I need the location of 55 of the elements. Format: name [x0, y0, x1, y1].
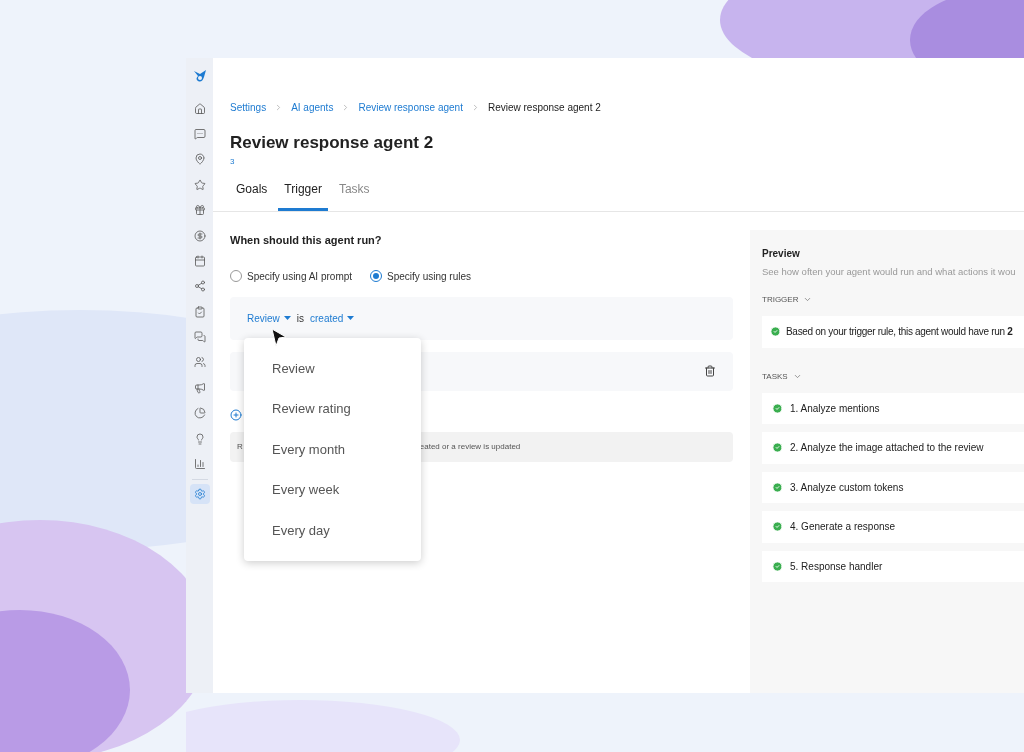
section-heading: TASKS	[762, 370, 788, 383]
chevron-down-icon[interactable]	[803, 295, 813, 304]
menu-item[interactable]: Review	[244, 348, 421, 389]
preview-title: Preview	[762, 247, 801, 262]
check-icon	[770, 326, 781, 337]
radio-option[interactable]: Specify using rules	[370, 268, 471, 284]
clipboard-check-icon	[193, 305, 206, 318]
preview-description: See how often your agent would run and what actions it wou	[762, 265, 1017, 280]
page-title: Review response agent 2	[230, 132, 435, 154]
lightbulb-icon	[193, 432, 206, 445]
calendar-icon	[193, 254, 206, 267]
caret-icon	[347, 316, 355, 321]
agent-count: 3	[230, 156, 236, 169]
chevron-down-icon[interactable]	[792, 372, 802, 381]
gift-icon	[193, 204, 206, 217]
star-icon	[193, 178, 206, 191]
chat-icon	[193, 128, 206, 141]
nodes-icon	[193, 280, 206, 293]
tab[interactable]: Goals	[230, 180, 274, 212]
trash-icon[interactable]	[704, 365, 716, 378]
task-label: 1. Analyze mentions	[790, 401, 880, 416]
field-dropdown[interactable]: Review	[247, 310, 291, 326]
dollar-icon	[193, 229, 206, 242]
menu-item[interactable]: Every month	[244, 429, 421, 470]
value-dropdown[interactable]: created	[310, 310, 355, 326]
breadcrumb-link[interactable]: Review response agent 2	[487, 100, 601, 115]
add-icon[interactable]	[230, 408, 242, 421]
menu-item[interactable]: Review rating	[244, 388, 421, 430]
task-label: 3. Analyze custom tokens	[790, 480, 904, 495]
megaphone-icon	[193, 381, 206, 394]
location-pin-icon	[193, 153, 206, 166]
operator-text: is	[296, 311, 305, 326]
pie-chart-icon	[193, 407, 206, 420]
menu-item[interactable]: Every day	[244, 510, 421, 551]
trigger-result: Based on your trigger rule, this agent would have run 2	[786, 325, 1013, 339]
people-icon	[193, 356, 206, 369]
home-icon	[193, 102, 206, 115]
settings-icon	[193, 488, 206, 501]
hint-text: R	[237, 440, 243, 453]
breadcrumb-link[interactable]: Settings	[230, 100, 267, 115]
chat-bubbles-icon	[193, 331, 206, 344]
breadcrumb-link[interactable]: AI agents	[291, 100, 334, 115]
sidebar-item[interactable]	[189, 484, 210, 505]
tab[interactable]: Trigger	[278, 180, 328, 212]
task-label: 4. Generate a response	[790, 520, 896, 535]
task-label: 2. Analyze the image attached to the review	[790, 441, 984, 456]
radio-option[interactable]: Specify using AI prompt	[230, 268, 353, 284]
section-heading: TRIGGER	[762, 293, 799, 306]
question-text: When should this agent run?	[230, 233, 383, 249]
bar-chart-icon	[193, 457, 206, 470]
logo-icon[interactable]	[191, 68, 208, 84]
task-label: 5. Response handler	[790, 559, 883, 574]
breadcrumb-link[interactable]: Review response agent	[358, 100, 463, 115]
caret-icon	[283, 316, 291, 321]
menu-item[interactable]: Every week	[244, 469, 421, 511]
